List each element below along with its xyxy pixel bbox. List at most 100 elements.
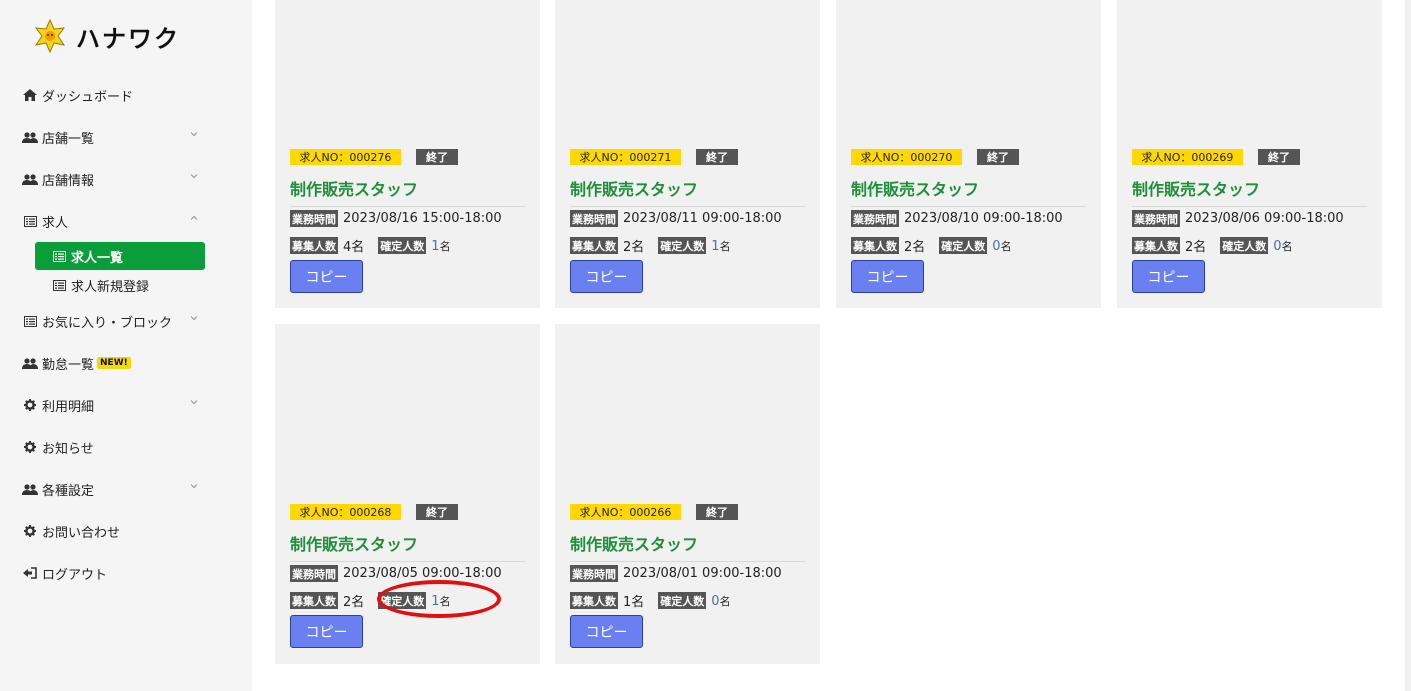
recruit-count-value: 2名 xyxy=(904,240,926,255)
work-time-value: 2023/08/05 09:00-18:00 xyxy=(343,566,502,581)
work-time-label: 業務時間 xyxy=(290,210,338,227)
recruit-count-label: 募集人数 xyxy=(851,237,899,254)
job-title[interactable]: 制作販売スタッフ xyxy=(290,531,525,562)
status-badge: 終了 xyxy=(416,149,458,165)
confirmed-count-value: 0名 xyxy=(711,593,731,609)
status-badge: 終了 xyxy=(977,149,1019,165)
work-time-label: 業務時間 xyxy=(290,565,338,582)
users-icon xyxy=(22,172,38,186)
work-time-value: 2023/08/01 09:00-18:00 xyxy=(623,566,782,581)
sidebar-item-contact[interactable]: お問い合わせ xyxy=(22,519,202,543)
sidebar-subitem-job-list[interactable]: 求人一覧 xyxy=(35,242,205,270)
recruit-count-label: 募集人数 xyxy=(1132,237,1180,254)
chevron-down-icon xyxy=(190,174,198,179)
work-time-value: 2023/08/11 09:00-18:00 xyxy=(623,211,782,226)
work-time-value: 2023/08/06 09:00-18:00 xyxy=(1185,211,1344,226)
sidebar-item-dashboard[interactable]: ダッシュボード xyxy=(22,83,202,107)
job-card[interactable]: 求人NO：000270 終了 制作販売スタッフ 業務時間 2023/08/10 … xyxy=(836,0,1101,308)
status-badge: 終了 xyxy=(416,504,458,520)
recruit-count-value: 1名 xyxy=(623,595,645,610)
work-time-value: 2023/08/10 09:00-18:00 xyxy=(904,211,1063,226)
sidebar-item-favorites-block[interactable]: お気に入り・ブロック xyxy=(22,309,202,333)
recruit-count-value: 2名 xyxy=(623,240,645,255)
sidebar-item-label: 勤怠一覧 xyxy=(42,357,95,373)
job-card[interactable]: 求人NO：000276 終了 制作販売スタッフ 業務時間 2023/08/16 … xyxy=(275,0,540,308)
job-title[interactable]: 制作販売スタッフ xyxy=(1132,176,1367,207)
list-icon xyxy=(53,279,66,291)
confirmed-count-value: 1名 xyxy=(711,238,731,254)
users-icon xyxy=(22,130,38,144)
copy-button[interactable]: コピー xyxy=(570,615,643,648)
sidebar-item-label: 店舗情報 xyxy=(42,173,95,189)
job-number-badge: 求人NO：000269 xyxy=(1132,149,1243,165)
users-icon xyxy=(22,482,38,496)
copy-button[interactable]: コピー xyxy=(290,615,363,648)
recruit-count-label: 募集人数 xyxy=(570,592,618,609)
confirmed-count-label: 確定人数 xyxy=(658,237,707,254)
sidebar-item-label: ダッシュボード xyxy=(42,89,134,105)
job-number-badge: 求人NO：000268 xyxy=(290,504,401,520)
confirmed-count-label: 確定人数 xyxy=(658,592,707,609)
gear-icon xyxy=(22,524,38,538)
sidebar-subitem-label: 求人新規登録 xyxy=(71,279,150,295)
recruit-count-value: 4名 xyxy=(343,240,365,255)
recruit-count-value: 2名 xyxy=(343,595,365,610)
sidebar-item-label: 利用明細 xyxy=(42,399,95,415)
confirmed-count-value: 1名 xyxy=(431,238,451,254)
job-number-badge: 求人NO：000276 xyxy=(290,149,401,165)
work-time-label: 業務時間 xyxy=(570,210,618,227)
sidebar-item-notices[interactable]: お知らせ xyxy=(22,435,202,459)
copy-button[interactable]: コピー xyxy=(570,260,643,293)
chevron-down-icon xyxy=(190,316,198,321)
sidebar-item-usage-statement[interactable]: 利用明細 xyxy=(22,393,202,417)
chevron-up-icon xyxy=(190,215,198,220)
sidebar-item-label: お気に入り・ブロック xyxy=(42,315,173,331)
status-badge: 終了 xyxy=(1258,149,1300,165)
work-time-value: 2023/08/16 15:00-18:00 xyxy=(343,211,502,226)
chevron-down-icon xyxy=(190,484,198,489)
confirmed-count-label: 確定人数 xyxy=(378,237,427,254)
job-title[interactable]: 制作販売スタッフ xyxy=(851,176,1086,207)
recruit-count-value: 2名 xyxy=(1185,240,1207,255)
sidebar-item-settings[interactable]: 各種設定 xyxy=(22,477,202,501)
sidebar-item-label: 店舗一覧 xyxy=(42,131,95,147)
job-title[interactable]: 制作販売スタッフ xyxy=(290,176,525,207)
home-icon xyxy=(22,88,38,102)
chevron-down-icon xyxy=(190,132,198,137)
new-badge: NEW! xyxy=(97,357,131,369)
job-title[interactable]: 制作販売スタッフ xyxy=(570,531,805,562)
work-time-label: 業務時間 xyxy=(1132,210,1180,227)
job-title[interactable]: 制作販売スタッフ xyxy=(570,176,805,207)
users-icon xyxy=(22,356,38,370)
sidebar-item-attendance[interactable]: 勤怠一覧 NEW! xyxy=(22,351,202,375)
job-number-badge: 求人NO：000270 xyxy=(851,149,962,165)
confirmed-count-label: 確定人数 xyxy=(1220,237,1269,254)
list-icon xyxy=(22,314,38,328)
logout-icon xyxy=(22,566,38,580)
confirmed-count-value: 0名 xyxy=(992,238,1012,254)
job-number-badge: 求人NO：000271 xyxy=(570,149,681,165)
sidebar-item-label: ログアウト xyxy=(42,567,108,583)
recruit-count-label: 募集人数 xyxy=(290,592,338,609)
sidebar-item-jobs[interactable]: 求人 xyxy=(22,209,202,233)
app-name: ハナワク xyxy=(76,24,180,53)
copy-button[interactable]: コピー xyxy=(1132,260,1205,293)
flower-logo-icon xyxy=(34,18,66,54)
job-card[interactable]: 求人NO：000271 終了 制作販売スタッフ 業務時間 2023/08/11 … xyxy=(555,0,820,308)
status-badge: 終了 xyxy=(696,504,738,520)
sidebar-item-label: 求人 xyxy=(42,215,69,231)
copy-button[interactable]: コピー xyxy=(851,260,924,293)
sidebar-item-label: 各種設定 xyxy=(42,483,95,499)
chevron-down-icon xyxy=(190,400,198,405)
confirmed-count-label: 確定人数 xyxy=(939,237,988,254)
sidebar-subitem-job-new[interactable]: 求人新規登録 xyxy=(35,271,205,299)
job-card[interactable]: 求人NO：000266 終了 制作販売スタッフ 業務時間 2023/08/01 … xyxy=(555,324,820,664)
sidebar-item-store-list[interactable]: 店舗一覧 xyxy=(22,125,202,149)
app-logo[interactable]: ハナワク xyxy=(32,18,180,54)
sidebar-item-store-info[interactable]: 店舗情報 xyxy=(22,167,202,191)
sidebar-item-logout[interactable]: ログアウト xyxy=(22,561,202,585)
copy-button[interactable]: コピー xyxy=(290,260,363,293)
job-number-badge: 求人NO：000266 xyxy=(570,504,681,520)
annotation-ellipse xyxy=(377,580,501,618)
job-card[interactable]: 求人NO：000269 終了 制作販売スタッフ 業務時間 2023/08/06 … xyxy=(1117,0,1382,308)
